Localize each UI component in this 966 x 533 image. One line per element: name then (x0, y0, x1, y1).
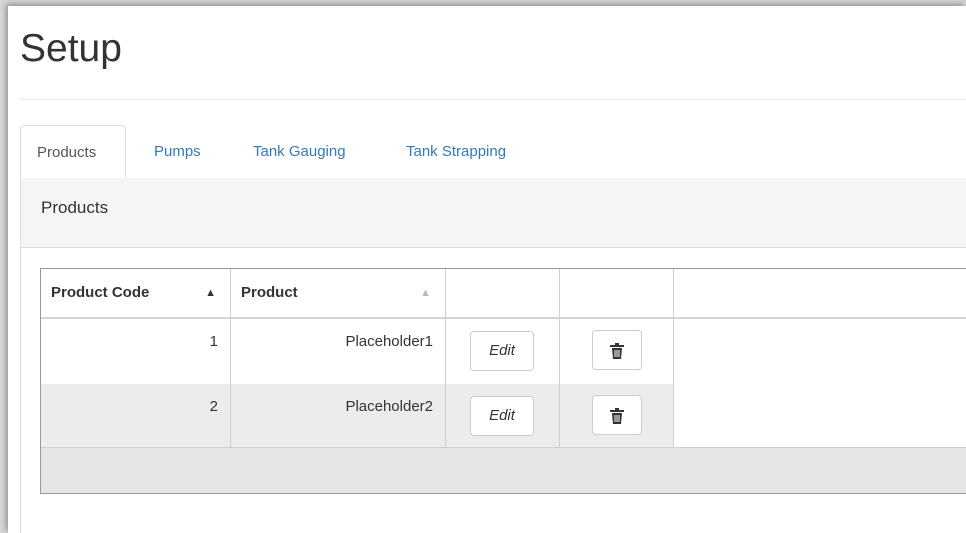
column-header-product-code[interactable]: Product Code ▲ (41, 269, 231, 317)
tab-label: Tank Strapping (406, 143, 507, 160)
tab-tank-gauging[interactable]: Tank Gauging (237, 125, 362, 178)
tab-label: Tank Gauging (253, 143, 346, 160)
cell-edit: Edit (446, 319, 560, 384)
tab-bar: Products Pumps Tank Gauging Tank Strappi… (20, 125, 966, 179)
table-row: 1 Placeholder1 Edit (41, 319, 674, 384)
cell-edit: Edit (446, 384, 560, 449)
panel-heading: Products (20, 178, 966, 248)
column-header-label: Product (241, 284, 298, 301)
cell-delete (560, 319, 674, 384)
column-header-delete (560, 269, 674, 317)
trash-icon (610, 343, 624, 359)
delete-button[interactable] (592, 395, 642, 435)
edit-button[interactable]: Edit (470, 331, 534, 371)
tab-products[interactable]: Products (20, 125, 126, 179)
cell-product: Placeholder2 (231, 384, 446, 449)
grid-footer (41, 447, 966, 493)
app-window: Setup Products Pumps Tank Gauging Tank S… (8, 6, 966, 533)
panel-heading-title: Products (41, 198, 109, 217)
column-header-label: Product Code (51, 284, 150, 301)
edit-button[interactable]: Edit (470, 396, 534, 436)
products-grid: Product Code ▲ Product ▲ 1 Placeholder1 … (40, 268, 966, 494)
page-title: Setup (20, 27, 122, 70)
tab-tank-strapping[interactable]: Tank Strapping (390, 125, 522, 178)
sort-ascending-icon: ▲ (205, 287, 216, 299)
table-row: 2 Placeholder2 Edit (41, 384, 674, 449)
column-header-product[interactable]: Product ▲ (231, 269, 446, 317)
cell-delete (560, 384, 674, 449)
tab-label: Products (37, 144, 97, 161)
trash-icon (610, 408, 624, 424)
delete-button[interactable] (592, 330, 642, 370)
sort-inactive-icon: ▲ (420, 287, 431, 299)
cell-product-code: 2 (41, 384, 231, 449)
grid-header: Product Code ▲ Product ▲ (41, 269, 966, 319)
tab-pumps[interactable]: Pumps (138, 125, 217, 178)
title-divider (20, 99, 966, 100)
column-header-edit (446, 269, 560, 317)
tab-label: Pumps (154, 143, 201, 160)
cell-product: Placeholder1 (231, 319, 446, 384)
cell-product-code: 1 (41, 319, 231, 384)
